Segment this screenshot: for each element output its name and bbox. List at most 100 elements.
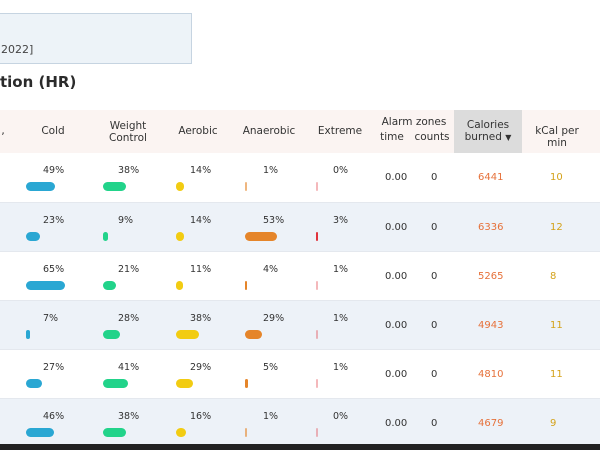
cold-bar: [26, 379, 42, 388]
alarm-time-value: 0.00: [385, 271, 408, 282]
weight-control-bar: [103, 232, 108, 241]
extreme-percent: 1%: [333, 362, 349, 373]
calories-burned-value: 4679: [478, 418, 504, 429]
extreme-percent: 3%: [333, 215, 349, 226]
kcal-per-min-value: 11: [550, 369, 563, 380]
weight-control-percent: 38%: [118, 411, 140, 422]
extreme-percent: 1%: [333, 264, 349, 275]
weight-control-bar: [103, 182, 126, 191]
header-cold[interactable]: Cold: [24, 125, 82, 137]
extreme-percent: 0%: [333, 165, 349, 176]
header-alarm-zones: Alarm zones: [381, 116, 447, 128]
sort-desc-icon: ▼: [505, 133, 512, 142]
header-calories-line2: burned ▼: [454, 131, 522, 144]
header-extreme[interactable]: Extreme: [310, 125, 370, 137]
table-row[interactable]: 7% 28% 38% 29% 1% 0.00 0 4943 11: [0, 300, 600, 349]
extreme-bar: [316, 379, 318, 388]
alarm-counts-value: 0: [431, 369, 438, 380]
weight-control-percent: 41%: [118, 362, 140, 373]
header-calories-line1: Calories: [466, 119, 510, 131]
alarm-time-value: 0.00: [385, 320, 408, 331]
date-range-text: 2022]: [1, 43, 34, 56]
anaerobic-percent: 4%: [263, 264, 279, 275]
cold-bar: [26, 330, 30, 339]
aerobic-bar: [176, 330, 199, 339]
cold-percent: 27%: [43, 362, 65, 373]
alarm-counts-value: 0: [431, 320, 438, 331]
extreme-bar: [316, 330, 318, 339]
cold-percent: 7%: [43, 313, 59, 324]
extreme-bar: [316, 428, 318, 437]
cold-percent: 49%: [43, 165, 65, 176]
aerobic-bar: [176, 428, 186, 437]
anaerobic-bar: [245, 232, 277, 241]
anaerobic-bar: [245, 281, 247, 290]
weight-control-percent: 28%: [118, 313, 140, 324]
header-counts[interactable]: counts: [412, 131, 452, 143]
calories-burned-value: 6441: [478, 172, 504, 183]
kcal-per-min-value: 9: [550, 418, 557, 429]
header-kcal-per-min[interactable]: kCal per min: [524, 125, 590, 149]
anaerobic-bar: [245, 428, 247, 437]
table-row[interactable]: 65% 21% 11% 4% 1% 0.00 0 5265 8: [0, 251, 600, 300]
kcal-per-min-value: 11: [550, 320, 563, 331]
header-weight-control-line1: Weight: [109, 120, 147, 132]
header-calories-burned[interactable]: Calories burned ▼: [454, 119, 522, 144]
anaerobic-percent: 1%: [263, 411, 279, 422]
header-calories-line2-text: burned: [464, 131, 502, 143]
table-row[interactable]: 46% 38% 16% 1% 0% 0.00 0 4679 9: [0, 398, 600, 447]
header-anaerobic[interactable]: Anaerobic: [236, 125, 302, 137]
extreme-bar: [316, 281, 318, 290]
aerobic-bar: [176, 232, 184, 241]
alarm-counts-value: 0: [431, 172, 438, 183]
extreme-percent: 0%: [333, 411, 349, 422]
aerobic-percent: 14%: [190, 215, 212, 226]
header-aerobic[interactable]: Aerobic: [168, 125, 228, 137]
header-time[interactable]: time: [376, 131, 408, 143]
cold-bar: [26, 232, 40, 241]
anaerobic-percent: 1%: [263, 165, 279, 176]
cold-percent: 46%: [43, 411, 65, 422]
alarm-counts-value: 0: [431, 418, 438, 429]
alarm-counts-value: 0: [431, 271, 438, 282]
header-weight-control-line2: Control: [109, 132, 147, 144]
table-row[interactable]: 23% 9% 14% 53% 3% 0.00 0 6336 12: [0, 202, 600, 251]
aerobic-bar: [176, 281, 183, 290]
calories-burned-value: 6336: [478, 222, 504, 233]
anaerobic-bar: [245, 379, 248, 388]
weight-control-bar: [103, 428, 126, 437]
cold-bar: [26, 428, 54, 437]
kcal-per-min-value: 8: [550, 271, 557, 282]
extreme-bar: [316, 182, 318, 191]
aerobic-bar: [176, 182, 184, 191]
alarm-time-value: 0.00: [385, 369, 408, 380]
anaerobic-percent: 29%: [263, 313, 285, 324]
weight-control-bar: [103, 330, 120, 339]
aerobic-bar: [176, 379, 193, 388]
alarm-time-value: 0.00: [385, 222, 408, 233]
aerobic-percent: 16%: [190, 411, 212, 422]
aerobic-percent: 14%: [190, 165, 212, 176]
extreme-percent: 1%: [333, 313, 349, 324]
cold-bar: [26, 182, 55, 191]
weight-control-bar: [103, 379, 128, 388]
horizontal-scrollbar[interactable]: [0, 444, 600, 450]
header-edge: ,: [1, 125, 5, 137]
aerobic-percent: 29%: [190, 362, 212, 373]
anaerobic-bar: [245, 182, 247, 191]
weight-control-percent: 9%: [118, 215, 134, 226]
cold-percent: 65%: [43, 264, 65, 275]
weight-control-bar: [103, 281, 116, 290]
calories-burned-value: 5265: [478, 271, 504, 282]
extreme-bar: [316, 232, 318, 241]
header-weight-control[interactable]: Weight Control: [98, 120, 158, 144]
weight-control-percent: 38%: [118, 165, 140, 176]
alarm-time-value: 0.00: [385, 172, 408, 183]
table-row[interactable]: 27% 41% 29% 5% 1% 0.00 0 4810 11: [0, 349, 600, 398]
filter-info-box: 2022]: [0, 13, 192, 64]
kcal-per-min-value: 10: [550, 172, 563, 183]
kcal-per-min-value: 12: [550, 222, 563, 233]
table-row[interactable]: 49% 38% 14% 1% 0% 0.00 0 6441 10: [0, 153, 600, 202]
alarm-counts-value: 0: [431, 222, 438, 233]
section-title: tion (HR): [0, 73, 77, 91]
